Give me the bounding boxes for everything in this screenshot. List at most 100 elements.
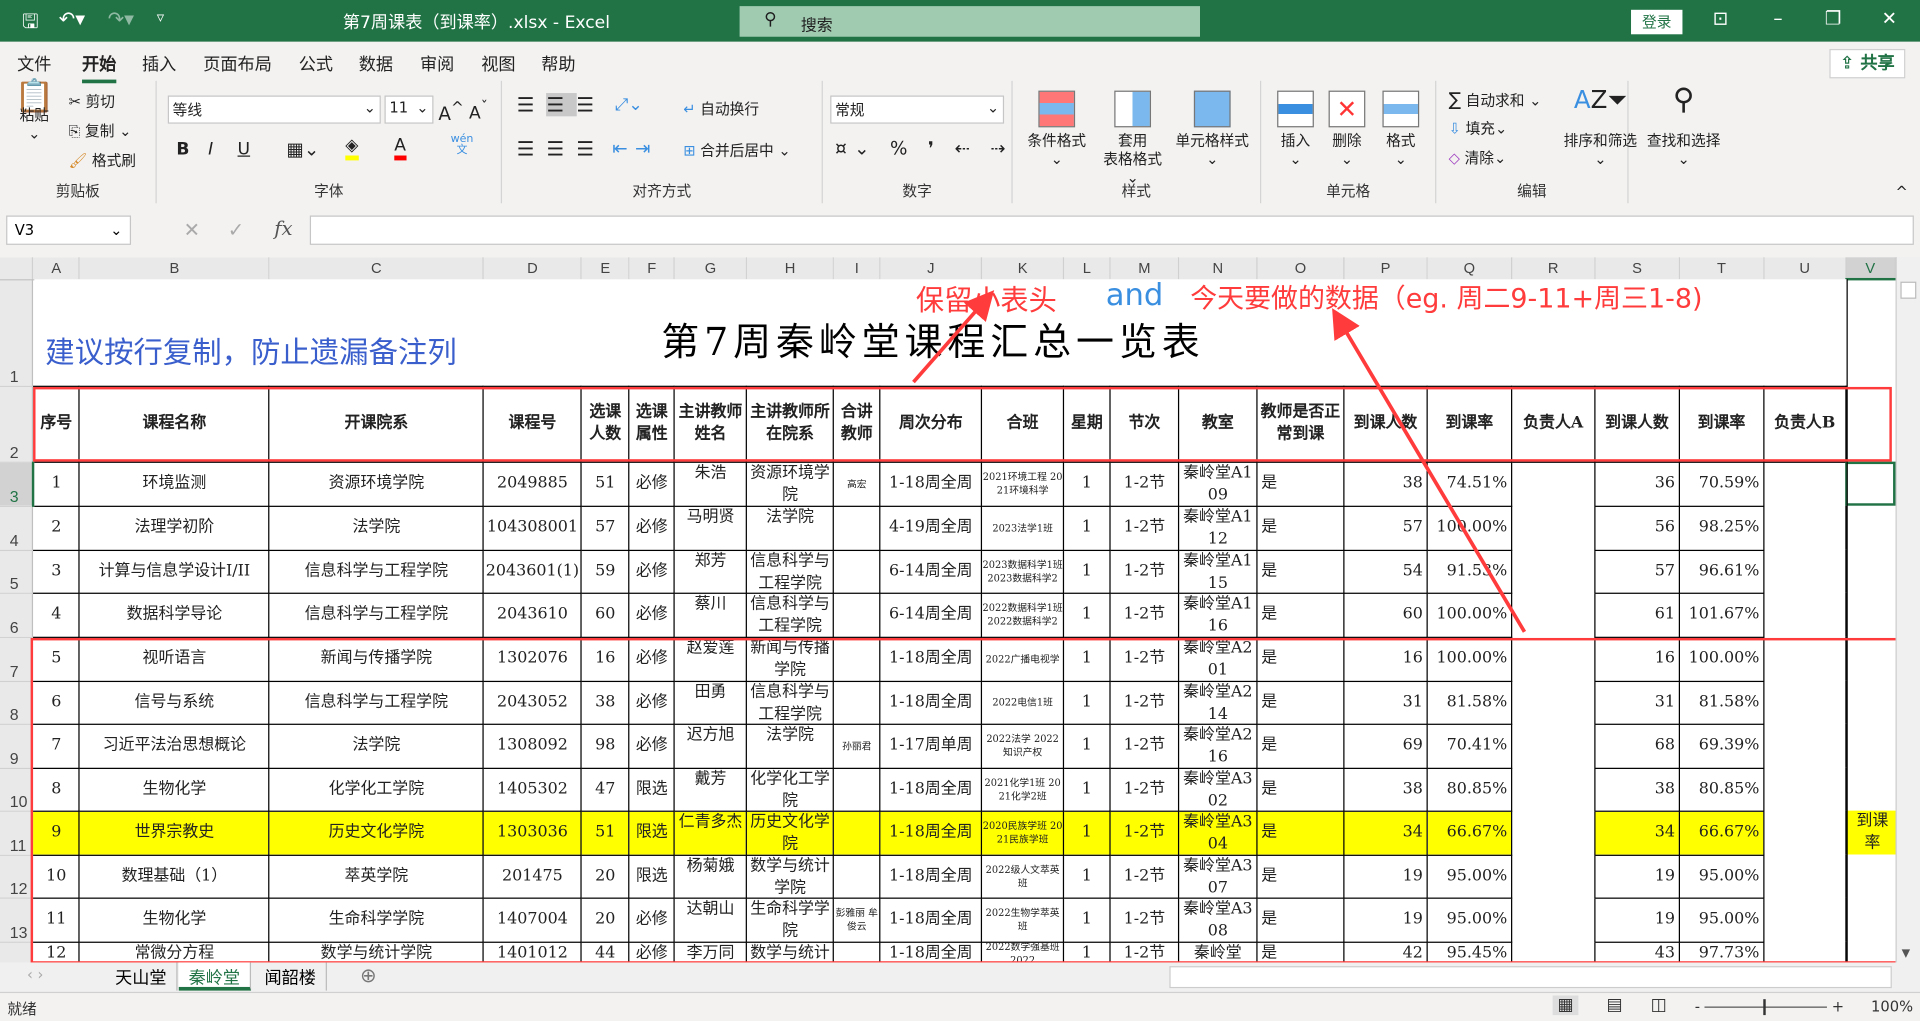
format-painter-button[interactable]: 🖌 格式刷 (69, 149, 136, 170)
indent-icons[interactable]: ⇤⇥ (612, 137, 657, 159)
format-cells-button[interactable]: 格式 ⌄ (1376, 90, 1425, 169)
login-button[interactable]: 登录 (1631, 9, 1683, 35)
brush-icon: 🖌 (68, 151, 88, 169)
collapse-ribbon-icon[interactable]: ^ (1896, 184, 1908, 201)
orientation-icon[interactable]: ⤢⌄ (615, 96, 643, 116)
restore-icon[interactable]: ❐ (1815, 7, 1852, 29)
minimize-icon[interactable]: – (1760, 7, 1797, 29)
format-painter-label: 格式刷 (91, 151, 137, 169)
zoom-level[interactable]: 100% (1871, 998, 1913, 1015)
fill-color-icon[interactable]: ◈ (345, 136, 359, 161)
font-name-value: 等线 (172, 101, 203, 119)
zoom-slider[interactable]: - + (1695, 998, 1854, 1016)
undo-icon[interactable]: ↶▾ (59, 7, 85, 30)
wrap-text-button[interactable]: ↵ 自动换行 (683, 98, 759, 119)
conditional-format-icon (1038, 90, 1076, 128)
menu-tab-2[interactable]: 插入 (142, 51, 176, 75)
borders-icon[interactable]: ▦⌄ (287, 138, 320, 160)
fill-button[interactable]: ⇩ 填充⌄ (1449, 118, 1508, 139)
menu-tab-5[interactable]: 数据 (359, 51, 393, 75)
cut-button[interactable]: ✂ 剪切 (69, 91, 115, 112)
italic-button[interactable]: I (208, 140, 213, 160)
normal-view-icon[interactable]: ▦ (1552, 995, 1579, 1016)
excel-window: 🖫 ↶▾ ↷▾ ▿ 第7周课表（到课率）.xlsx - Excel ⚲ 搜索 登… (0, 0, 1920, 1021)
arrow-to-data-note (1332, 308, 1527, 633)
menu-tab-6[interactable]: 审阅 (420, 51, 454, 75)
clear-button[interactable]: ◇ 清除⌄ (1449, 147, 1507, 168)
find-select-button[interactable]: ⚲ 查找和选择 ⌄ (1643, 82, 1724, 169)
vertical-scrollbar[interactable]: ▼ (1895, 257, 1920, 963)
menu-bar: 文件 开始 插入 页面布局 公式 数据 审阅 视图 帮助 (0, 42, 1920, 84)
paste-button[interactable]: 📋 粘贴 ⌄ (12, 81, 56, 143)
page-break-icon[interactable]: ◫ (1651, 996, 1667, 1016)
menu-tab-4[interactable]: 公式 (299, 51, 333, 75)
menu-tab-1[interactable]: 开始 (82, 51, 117, 84)
share-button[interactable]: ⇪ 共享 (1829, 48, 1906, 79)
cancel-icon[interactable]: ✕ (184, 218, 200, 241)
bold-button[interactable]: B (176, 140, 189, 160)
vertical-align-icons[interactable]: ☰☰☰ (517, 93, 606, 117)
magnifier-icon: ⚲ (1672, 82, 1695, 117)
autosum-label: 自动求和 (1465, 91, 1525, 109)
ribbon-display-icon[interactable]: ⊡ (1702, 7, 1739, 29)
format-as-table-button[interactable]: 套用 表格格式⌄ (1098, 90, 1167, 188)
delete-cells-button[interactable]: ✕ 删除 ⌄ (1322, 90, 1371, 169)
horizontal-align-icons[interactable]: ☰☰☰ (517, 137, 606, 160)
menu-tab-3[interactable]: 页面布局 (203, 51, 272, 75)
grow-font-icon[interactable]: A^ (438, 98, 463, 125)
sheet-tab[interactable]: 秦岭堂 (178, 962, 252, 991)
menu-tab-7[interactable]: 视图 (481, 51, 515, 75)
group-label: 单元格 (1326, 182, 1371, 200)
status-ready: 就绪 (7, 1000, 37, 1018)
horizontal-scrollbar[interactable] (1169, 966, 1892, 989)
copy-button[interactable]: ⎘ 复制 ⌄ (69, 120, 132, 141)
spreadsheet-grid[interactable]: A B C D E F G H I J K L M N O P Q R S T U V 1 2 序号 课程名称 开课院系 课程号 选课人… (0, 257, 1896, 963)
customize-quick-access-icon[interactable]: ▿ (157, 9, 164, 26)
eraser-icon: ◇ (1448, 149, 1460, 167)
search-box[interactable]: ⚲ 搜索 (739, 6, 1201, 37)
group-label: 字体 (314, 182, 344, 200)
add-sheet-icon[interactable]: ⊕ (360, 964, 376, 987)
sheet-tab[interactable]: 天山堂 (105, 962, 178, 991)
phonetic-icon[interactable]: wén 文 (451, 134, 474, 157)
ribbon: 📋 粘贴 ⌄ ✂ 剪切 ⎘ 复制 ⌄ 🖌 格式刷 剪贴板 等线 ⌄ 11 ⌄ A^ Aˇ… (0, 80, 1920, 204)
window-title: 第7周课表（到课率）.xlsx - Excel (342, 13, 610, 34)
conditional-label: 条件格式 (1027, 132, 1087, 150)
name-box-value: V3 (14, 221, 35, 239)
number-format-icons[interactable]: ¤⌄ % ❜ ⇠ ⇢ (835, 137, 1013, 159)
name-box[interactable]: V3 ⌄ (6, 215, 132, 245)
font-color-icon[interactable]: A (394, 136, 407, 161)
close-icon[interactable]: ✕ (1871, 7, 1908, 29)
title-bar: 🖫 ↶▾ ↷▾ ▿ 第7周课表（到课率）.xlsx - Excel ⚲ 搜索 登… (0, 0, 1920, 42)
paste-label: 粘贴 (19, 106, 49, 124)
arrow-to-header-note (912, 290, 995, 384)
cut-label: 剪切 (85, 93, 115, 111)
number-format-select[interactable]: 常规 ⌄ (830, 95, 1005, 124)
conditional-format-button[interactable]: 条件格式 ⌄ (1022, 90, 1091, 169)
insert-function-icon[interactable]: fx (274, 217, 292, 240)
sheet-tab[interactable]: 闻韶楼 (255, 962, 327, 991)
formula-input[interactable] (309, 215, 1914, 245)
autosum-button[interactable]: ∑ 自动求和 ⌄ (1449, 88, 1542, 110)
save-icon[interactable]: 🖫 (22, 9, 39, 42)
underline-button[interactable]: U (238, 140, 251, 160)
menu-tab-0[interactable]: 文件 (17, 51, 51, 75)
menu-tab-8[interactable]: 帮助 (541, 51, 575, 75)
styles-group: 条件格式 ⌄ 套用 表格格式⌄ 单元格样式 ⌄ 样式 (1013, 80, 1262, 204)
shrink-font-icon[interactable]: Aˇ (469, 98, 488, 123)
scroll-down-icon[interactable]: ▼ (1902, 948, 1910, 960)
page-layout-icon[interactable]: ▤ (1607, 996, 1623, 1016)
merge-center-button[interactable]: ⊞ 合并后居中 ⌄ (683, 140, 790, 161)
font-name-select[interactable]: 等线 ⌄ (167, 95, 381, 124)
insert-cells-button[interactable]: 插入 ⌄ (1271, 90, 1320, 169)
table-label-2: 表格格式 (1103, 150, 1163, 168)
redo-icon[interactable]: ↷▾ (108, 7, 134, 30)
format-cells-icon (1382, 90, 1420, 128)
enter-icon[interactable]: ✓ (228, 218, 244, 241)
font-size-select[interactable]: 11 ⌄ (384, 95, 434, 124)
formula-bar: V3 ⌄ ✕ ✓ fx (0, 203, 1920, 254)
tab-scroll-icon[interactable]: ‹ › (27, 966, 43, 983)
sort-filter-button[interactable]: AZ⏷ 排序和筛选 ⌄ (1560, 87, 1641, 169)
cell-styles-label: 单元格样式 (1175, 132, 1249, 150)
cell-styles-button[interactable]: 单元格样式 ⌄ (1169, 90, 1255, 169)
